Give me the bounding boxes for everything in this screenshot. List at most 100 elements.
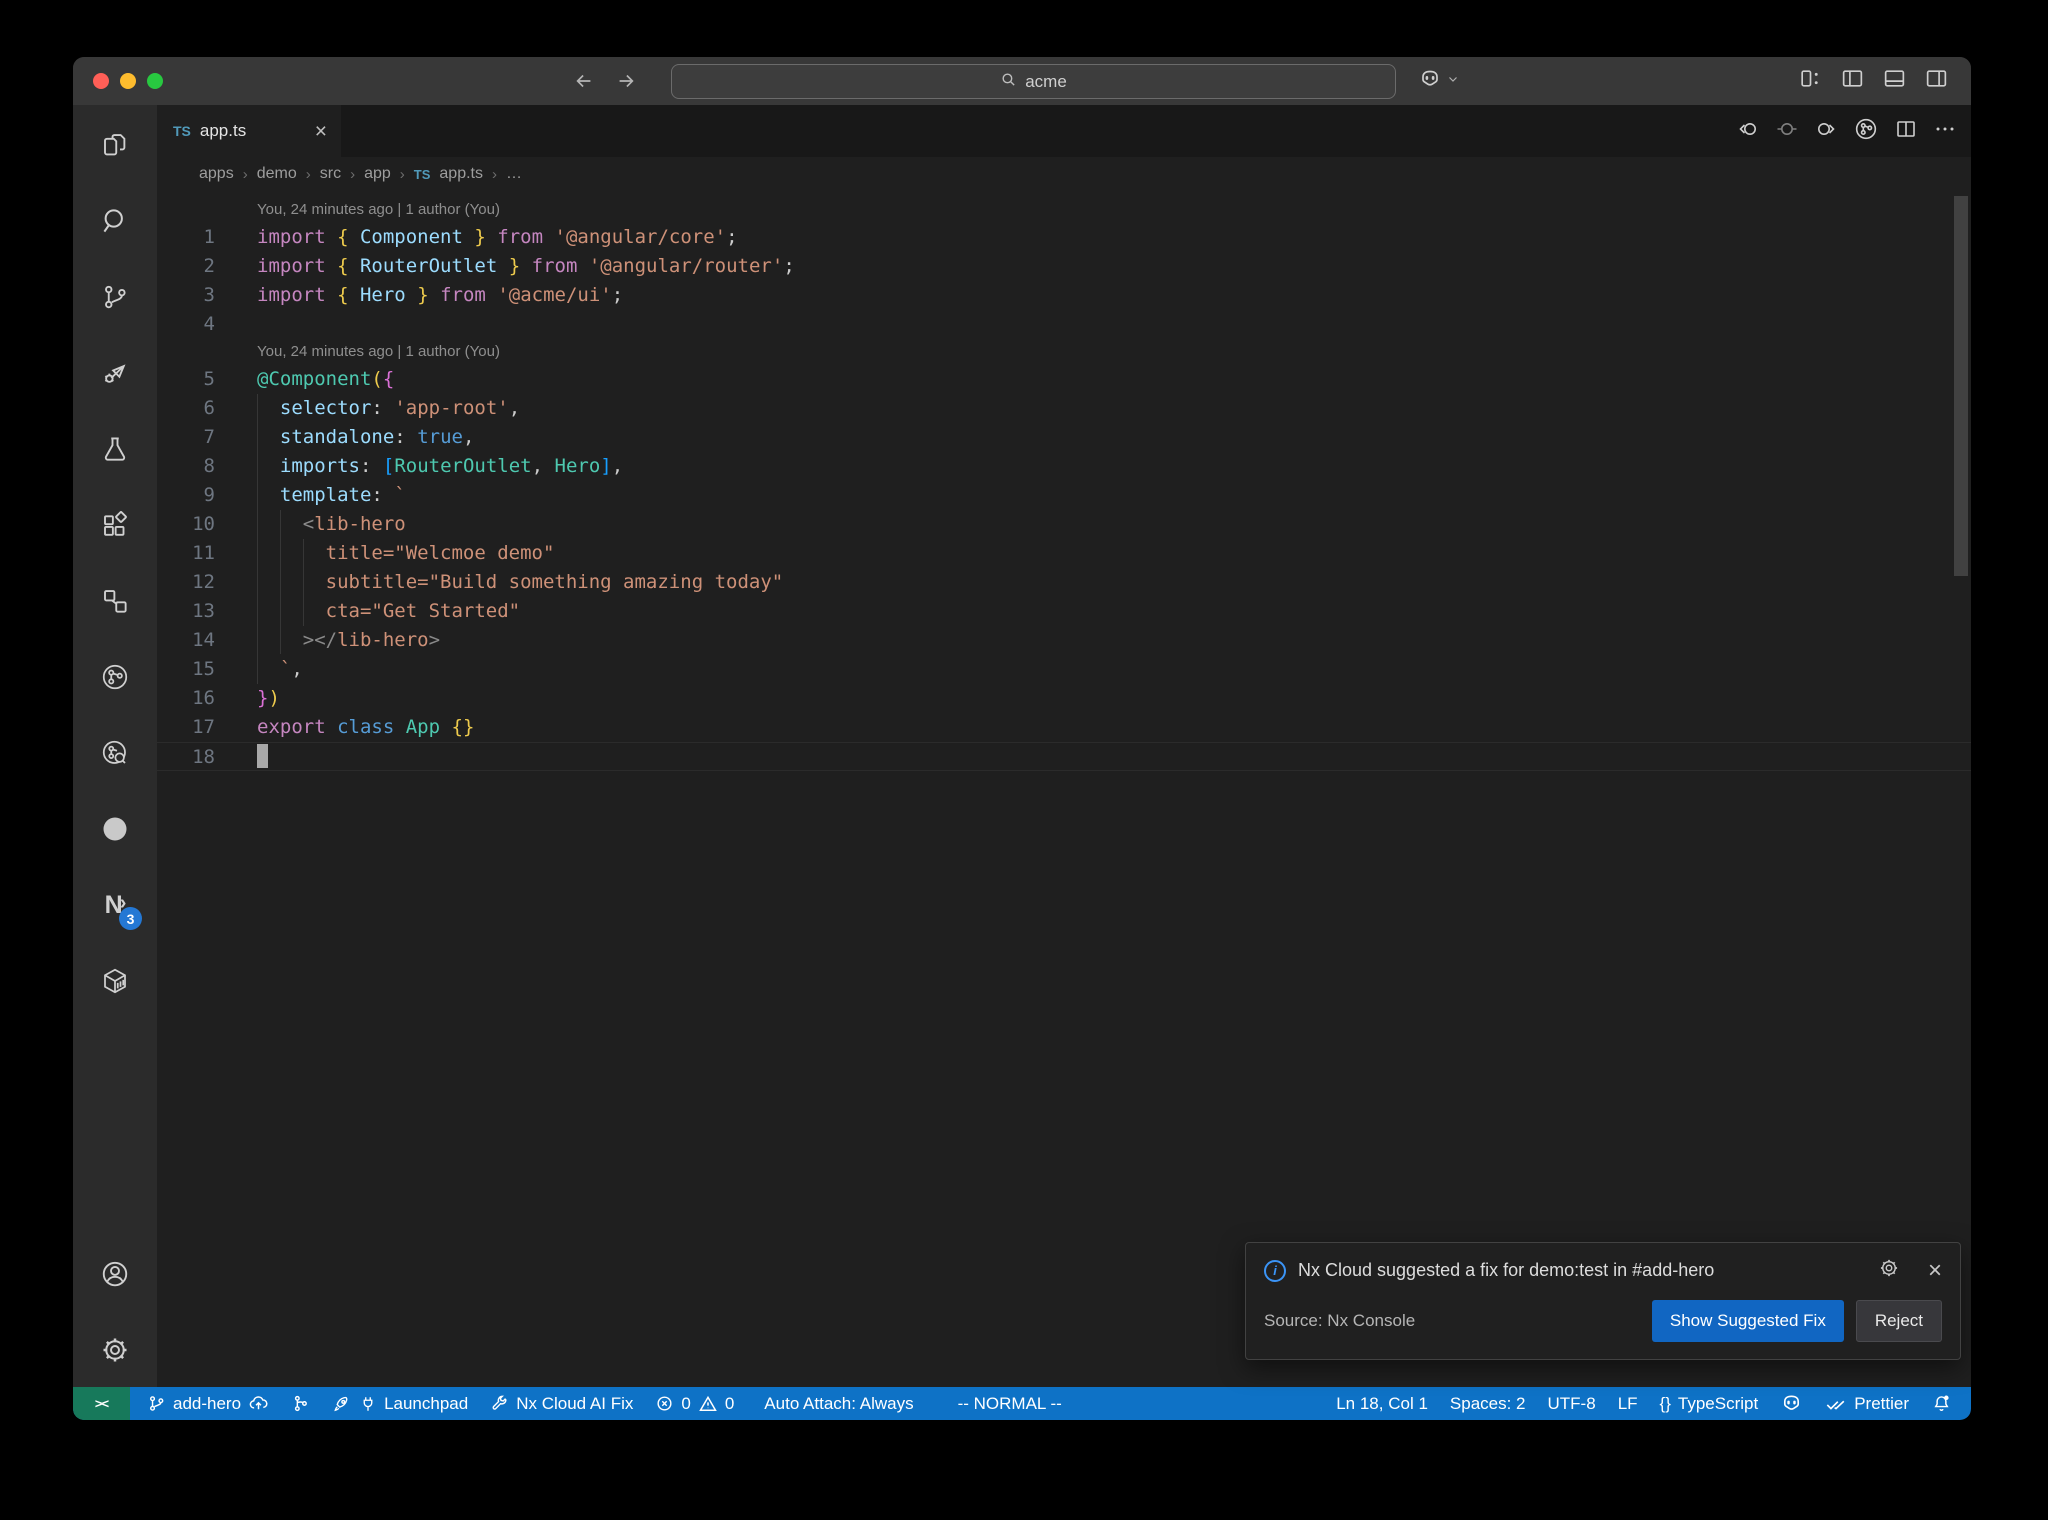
code-line-7[interactable]: 7 standalone: true, — [157, 423, 1971, 452]
code-line-2[interactable]: 2 import { RouterOutlet } from '@angular/… — [157, 252, 1971, 281]
code-line-16[interactable]: 16}) — [157, 684, 1971, 713]
auto-attach-label: Auto Attach: Always — [764, 1393, 914, 1413]
code-line-17[interactable]: 17 export class App {} — [157, 713, 1971, 742]
nx-cloud-ai-fix-label: Nx Cloud AI Fix — [516, 1393, 634, 1413]
breadcrumb: apps › demo › src › app › TS app.ts › … — [157, 157, 1971, 191]
run-debug-icon[interactable] — [100, 358, 130, 388]
line-number: 14 — [192, 629, 215, 651]
breadcrumb-overflow[interactable]: … — [506, 165, 522, 183]
copilot-menu-button[interactable] — [1418, 57, 1459, 105]
code-line-3[interactable]: 3 import { Hero } from '@acme/ui'; — [157, 281, 1971, 310]
tab-app-ts[interactable]: TS app.ts × — [157, 105, 341, 157]
vim-mode-item[interactable]: -- NORMAL -- — [947, 1387, 1073, 1420]
codelens-row[interactable]: You, 24 minutes ago | 1 author (You) — [157, 339, 1971, 365]
toggle-panel-icon[interactable] — [1882, 66, 1907, 96]
edge-browser-icon[interactable] — [100, 814, 130, 844]
workflow-view-icon[interactable] — [100, 586, 130, 616]
nx-project-graph-icon[interactable] — [100, 662, 130, 692]
formatter-item[interactable]: Prettier — [1814, 1387, 1920, 1420]
indentation-label: Spaces: 2 — [1449, 1393, 1526, 1413]
code-line-18[interactable]: 18 — [157, 742, 1971, 771]
breadcrumb-item[interactable]: app — [364, 165, 391, 183]
breadcrumb-item[interactable]: apps — [199, 165, 234, 183]
tab-close-icon[interactable]: × — [315, 121, 327, 142]
git-branch-item[interactable]: add-hero — [136, 1387, 280, 1420]
encoding-item[interactable]: UTF-8 — [1537, 1387, 1607, 1420]
remote-indicator[interactable]: >< — [73, 1387, 130, 1420]
history-forward-icon[interactable] — [615, 70, 637, 92]
breadcrumb-file[interactable]: app.ts — [439, 165, 483, 183]
toggle-primary-sidebar-icon[interactable] — [1840, 66, 1865, 96]
vertical-scrollbar[interactable] — [1954, 196, 1968, 576]
indent-guide — [257, 394, 258, 684]
line-number: 3 — [203, 284, 215, 306]
copilot-icon — [1418, 67, 1442, 96]
code-line-14[interactable]: 14 ></lib-hero> — [157, 626, 1971, 655]
code-line-10[interactable]: 10 <lib-hero — [157, 510, 1971, 539]
formatter-label: Prettier — [1854, 1393, 1909, 1413]
reject-button[interactable]: Reject — [1855, 1300, 1942, 1342]
more-actions-icon[interactable] — [1933, 117, 1957, 146]
code-line-5[interactable]: 5 @Component({ — [157, 365, 1971, 394]
code-line-1[interactable]: 1 import { Component } from '@angular/cor… — [157, 223, 1971, 252]
split-editor-icon[interactable] — [1894, 117, 1918, 146]
pending-change-icon[interactable] — [1775, 117, 1799, 146]
code-line-11[interactable]: 11 title="Welcmoe demo" — [157, 539, 1971, 568]
source-control-icon[interactable] — [100, 282, 130, 312]
code-line-9[interactable]: 9 template: ` — [157, 481, 1971, 510]
accounts-icon[interactable] — [100, 1259, 130, 1289]
code-line-6[interactable]: 6 selector: 'app-root', — [157, 394, 1971, 423]
breadcrumb-item[interactable]: demo — [257, 165, 297, 183]
code-line-15[interactable]: 15 `, — [157, 655, 1971, 684]
container-tools-icon[interactable] — [100, 966, 130, 996]
problems-item[interactable]: 0 0 — [644, 1387, 745, 1420]
settings-gear-icon[interactable] — [100, 1335, 130, 1365]
codelens-text[interactable]: You, 24 minutes ago | 1 author (You) — [215, 339, 500, 365]
nx-graph-search-icon[interactable] — [100, 738, 130, 768]
line-number: 11 — [192, 542, 215, 564]
code-line-13[interactable]: 13 cta="Get Started" — [157, 597, 1971, 626]
history-back-icon[interactable] — [573, 70, 595, 92]
notifications-bell-item[interactable] — [1920, 1387, 1963, 1420]
auto-attach-item[interactable]: Auto Attach: Always — [753, 1387, 924, 1420]
code-rows: You, 24 minutes ago | 1 author (You) 1 imp… — [157, 191, 1971, 771]
code-line-4[interactable]: 4 — [157, 310, 1971, 339]
copilot-status-item[interactable] — [1769, 1387, 1814, 1420]
customize-layout-icon[interactable] — [1798, 66, 1823, 96]
eol-item[interactable]: LF — [1607, 1387, 1649, 1420]
launchpad-item[interactable]: Launchpad — [321, 1387, 479, 1420]
previous-change-icon[interactable] — [1736, 117, 1760, 146]
code-line-12[interactable]: 12 subtitle="Build something amazing tod… — [157, 568, 1971, 597]
chevron-right-icon: › — [242, 165, 248, 183]
git-graph-item[interactable] — [280, 1387, 321, 1420]
git-branch-icon — [147, 1394, 166, 1413]
extensions-icon[interactable] — [100, 510, 130, 540]
breadcrumb-item[interactable]: src — [320, 165, 341, 183]
line-number: 4 — [203, 313, 215, 335]
nx-cloud-ai-fix-item[interactable]: Nx Cloud AI Fix — [479, 1387, 644, 1420]
explorer-icon[interactable] — [100, 130, 130, 160]
nx-run-target-icon[interactable] — [1853, 116, 1879, 147]
notification-settings-gear-icon[interactable] — [1878, 1257, 1900, 1284]
cursor-position-item[interactable]: Ln 18, Col 1 — [1325, 1387, 1439, 1420]
indentation-item[interactable]: Spaces: 2 — [1439, 1387, 1537, 1420]
codelens-row[interactable]: You, 24 minutes ago | 1 author (You) — [157, 197, 1971, 223]
plug-icon — [359, 1395, 377, 1413]
braces-icon: {} — [1659, 1393, 1671, 1413]
language-mode-item[interactable]: {} TypeScript — [1649, 1387, 1770, 1420]
notification-close-icon[interactable]: × — [1928, 1258, 1942, 1283]
codelens-text[interactable]: You, 24 minutes ago | 1 author (You) — [215, 197, 500, 223]
activity-bar: N› 3 — [73, 105, 157, 1387]
maximize-window-button[interactable] — [147, 73, 163, 89]
command-center-search[interactable]: acme — [671, 64, 1396, 99]
close-window-button[interactable] — [93, 73, 109, 89]
nx-console-icon[interactable]: N› 3 — [100, 890, 142, 930]
show-suggested-fix-button[interactable]: Show Suggested Fix — [1651, 1300, 1844, 1342]
toggle-secondary-sidebar-icon[interactable] — [1924, 66, 1949, 96]
code-line-8[interactable]: 8 imports: [RouterOutlet, Hero], — [157, 452, 1971, 481]
next-change-icon[interactable] — [1814, 117, 1838, 146]
testing-icon[interactable] — [100, 434, 130, 464]
minimize-window-button[interactable] — [120, 73, 136, 89]
code-editor[interactable]: You, 24 minutes ago | 1 author (You) 1 imp… — [157, 191, 1971, 1387]
search-view-icon[interactable] — [100, 206, 130, 236]
